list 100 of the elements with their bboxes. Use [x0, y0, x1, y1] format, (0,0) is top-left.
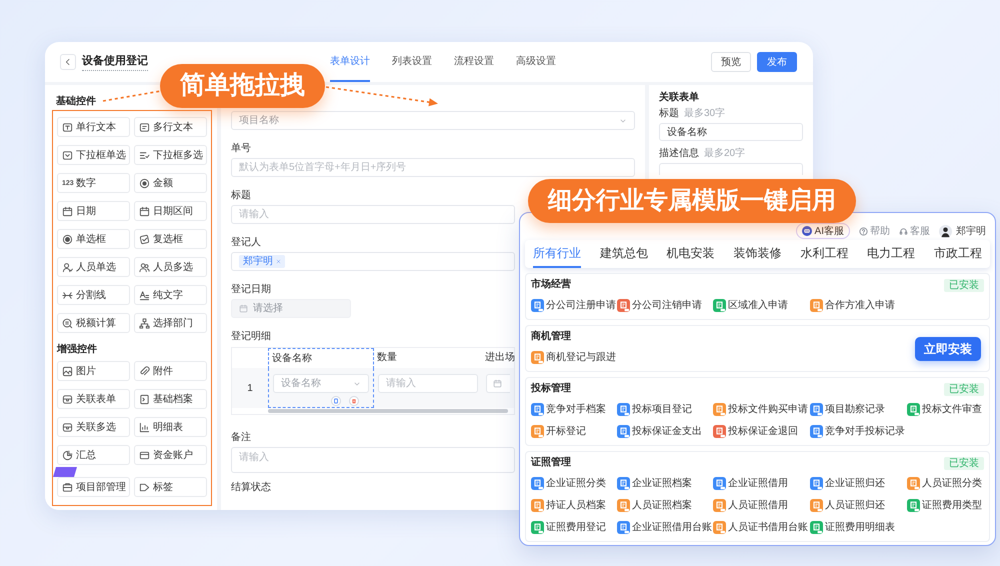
palette-item[interactable]: 明细表	[134, 417, 207, 437]
column-header: 进出场	[484, 350, 516, 365]
close-icon[interactable]	[276, 259, 281, 264]
palette-item[interactable]: 人员多选	[134, 257, 207, 277]
palette-item[interactable]: 附件	[134, 361, 207, 381]
template-item[interactable]: 分公司注销申请	[617, 295, 713, 315]
back-button[interactable]	[60, 54, 76, 70]
template-item[interactable]: 投标文件购买申请	[713, 399, 810, 419]
briefcase-icon	[62, 482, 73, 492]
template-item[interactable]: 证照费用明细表	[810, 517, 907, 537]
calendar-icon	[239, 304, 248, 313]
template-item[interactable]: 合作方准入申请	[810, 295, 907, 315]
palette-item[interactable]: 汇总	[57, 445, 130, 465]
tab[interactable]: 列表设置	[392, 42, 432, 82]
template-item[interactable]: 人员证照归还	[810, 495, 907, 515]
magnifier-icon	[62, 318, 73, 328]
palette-item[interactable]: 基础档案	[134, 389, 207, 409]
headset-icon	[899, 226, 908, 236]
template-item[interactable]: 投标项目登记	[617, 399, 713, 419]
copy-icon[interactable]	[331, 396, 341, 406]
secondary-button[interactable]: 预览	[711, 52, 751, 72]
tag-icon	[139, 482, 150, 492]
palette-item[interactable]: 资金账户	[134, 445, 207, 465]
palette-item[interactable]: 图片	[57, 361, 130, 381]
calendar-icon	[139, 206, 150, 216]
palette-item[interactable]: 多行文本	[134, 117, 207, 137]
radio-icon	[62, 234, 73, 244]
template-item[interactable]: 企业证照借用	[713, 473, 810, 493]
palette-item[interactable]: 日期	[57, 201, 130, 221]
palette-item[interactable]: 下拉框多选	[134, 145, 207, 165]
callout-banner: 细分行业专属模版一键启用	[528, 179, 856, 223]
section-title: 市场经营	[531, 278, 571, 292]
template-item[interactable]: 人员证书借用台账	[713, 517, 810, 537]
palette-item[interactable]: 关联多选	[57, 417, 130, 437]
template-item[interactable]: 持证人员档案	[531, 495, 617, 515]
industry-tab[interactable]: 市政工程	[934, 240, 982, 268]
ai-service-button[interactable]: AI客服	[796, 223, 850, 239]
image-icon	[62, 366, 73, 376]
industry-tab[interactable]: 水利工程	[800, 240, 848, 268]
primary-button[interactable]: 发布	[757, 52, 797, 72]
template-item[interactable]: 人员证照分类	[907, 473, 983, 493]
template-item[interactable]: 项目勘察记录	[810, 399, 907, 419]
field-label: 描述信息	[659, 147, 699, 161]
field-label: 备注	[231, 431, 251, 445]
palette-item[interactable]: 选择部门	[134, 313, 207, 333]
template-item[interactable]: 区域准入申请	[713, 295, 810, 315]
checkbox-icon	[139, 234, 150, 244]
table-cell: 1	[232, 368, 268, 408]
industry-tab[interactable]: 机电安装	[666, 240, 715, 268]
palette-item[interactable]: 人员单选	[57, 257, 130, 277]
template-item[interactable]: 分公司注册申请	[531, 295, 617, 315]
input-field[interactable]: 设备名称	[659, 123, 803, 141]
industry-tab[interactable]: 电力工程	[867, 240, 916, 268]
template-item[interactable]: 证照费用类型	[907, 495, 983, 515]
palette-item[interactable]: 税额计算	[57, 313, 130, 333]
industry-tab[interactable]: 建筑总包	[600, 240, 648, 268]
palette-item[interactable]: 分割线	[57, 285, 130, 305]
date-field[interactable]	[486, 374, 510, 393]
template-item[interactable]: 竞争对手投标记录	[810, 421, 907, 441]
template-item[interactable]: 人员证照档案	[617, 495, 713, 515]
field-label: 标题	[231, 189, 251, 203]
scrollbar[interactable]	[268, 409, 508, 413]
field-label: 单号	[231, 142, 251, 156]
template-item[interactable]: 人员证照借用	[713, 495, 810, 515]
palette-item[interactable]: 单行文本	[57, 117, 130, 137]
tab[interactable]: 高级设置	[516, 42, 556, 82]
textarea-field[interactable]	[659, 163, 803, 175]
date-field: 请选择	[231, 299, 351, 318]
template-item[interactable]: 企业证照分类	[531, 473, 617, 493]
field-label: 登记日期	[231, 283, 271, 297]
install-button[interactable]: 立即安装	[915, 336, 981, 360]
industry-tab[interactable]: 装饰装修	[733, 240, 782, 268]
template-item[interactable]: 企业证照归还	[810, 473, 907, 493]
palette-item[interactable]: 金额	[134, 173, 207, 193]
avatar-icon[interactable]	[939, 224, 952, 238]
palette-item[interactable]: 项目部管理	[57, 477, 130, 497]
palette-item[interactable]: 关联表单	[57, 389, 130, 409]
field-label: 登记明细	[231, 330, 271, 344]
palette-item[interactable]: 复选框	[134, 229, 207, 249]
template-item[interactable]: 投标文件审查	[907, 399, 983, 419]
palette-item[interactable]: 标签	[134, 477, 207, 497]
template-item[interactable]: 投标保证金退回	[713, 421, 810, 441]
paperclip-icon	[139, 366, 150, 376]
industry-tab[interactable]: 所有行业	[533, 240, 581, 268]
palette-item[interactable]: 单选框	[57, 229, 130, 249]
template-item[interactable]: 企业证照借用台账	[617, 517, 713, 537]
delete-icon[interactable]	[349, 396, 359, 406]
section-title: 投标管理	[531, 382, 571, 396]
template-item[interactable]: 证照费用登记	[531, 517, 617, 537]
template-item[interactable]: 投标保证金支出	[617, 421, 713, 441]
palette-item[interactable]: 日期区间	[134, 201, 207, 221]
text-area-icon	[139, 122, 150, 132]
template-item[interactable]: 企业证照档案	[617, 473, 713, 493]
template-item[interactable]: 开标登记	[531, 421, 617, 441]
tab[interactable]: 流程设置	[454, 42, 494, 82]
template-item[interactable]: 商机登记与跟进	[531, 347, 617, 367]
palette-item[interactable]: 纯文字	[134, 285, 207, 305]
palette-item[interactable]: 下拉框单选	[57, 145, 130, 165]
template-item[interactable]: 竞争对手档案	[531, 399, 617, 419]
group-heading: 基础控件	[56, 95, 96, 108]
